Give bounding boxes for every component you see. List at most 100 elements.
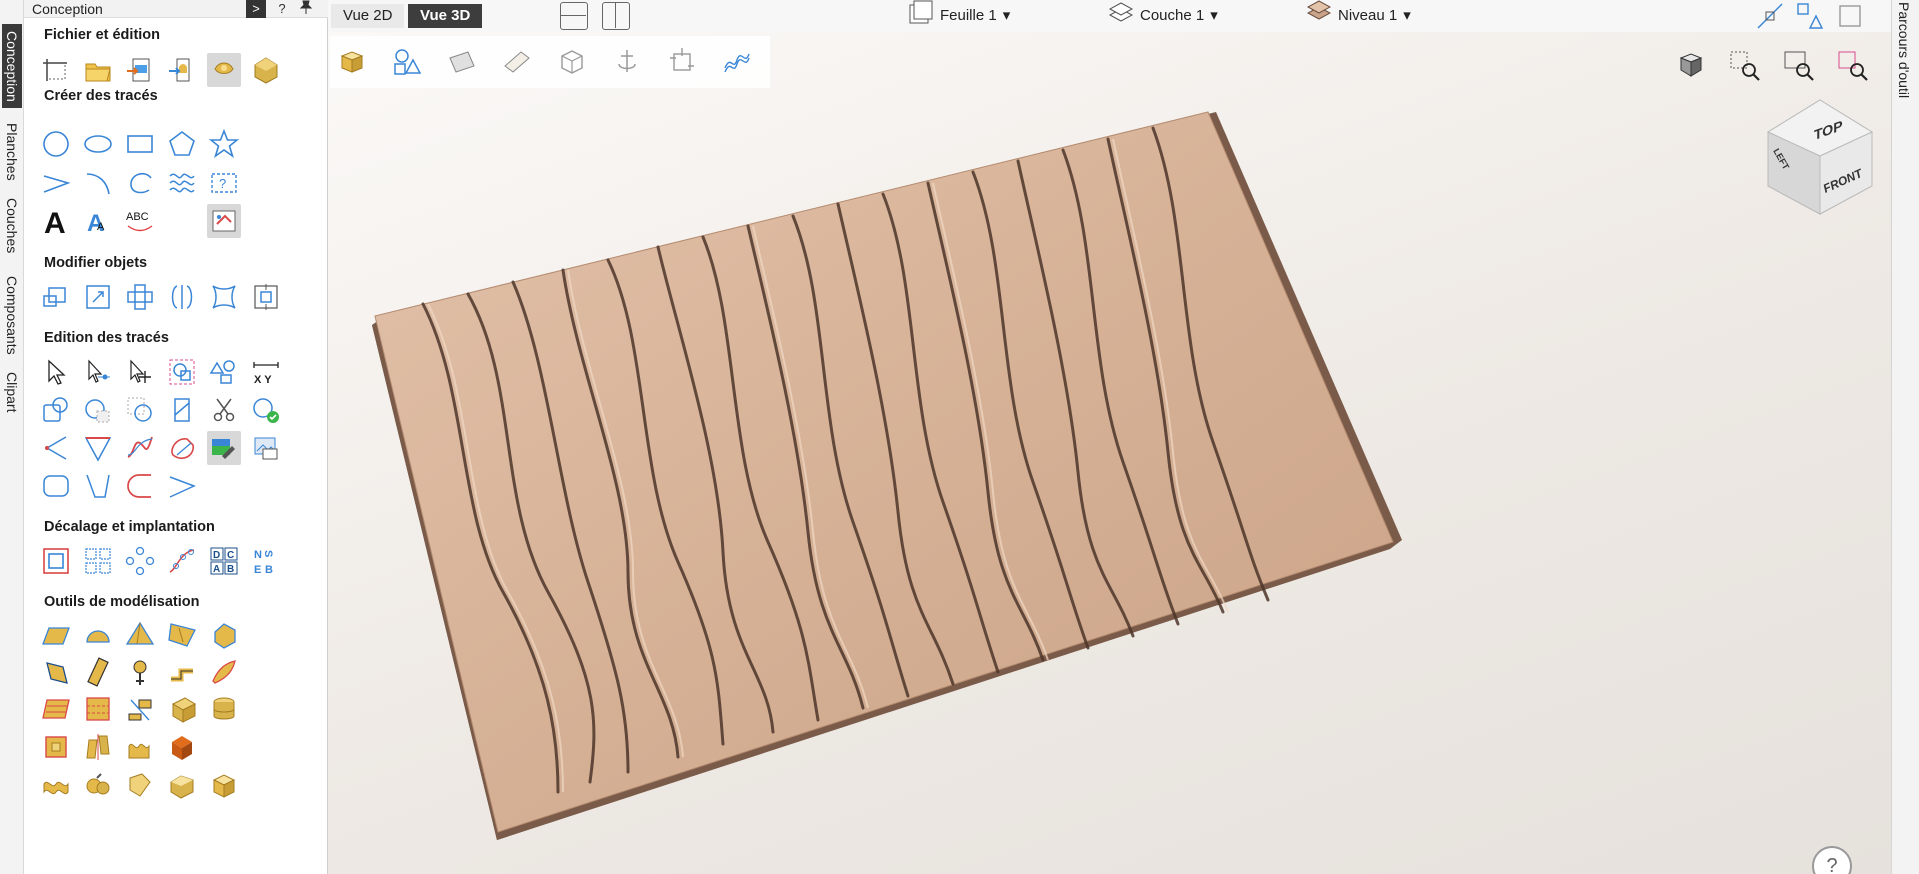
group-select-icon[interactable] xyxy=(165,355,199,389)
tab-couches[interactable]: Couches xyxy=(2,192,22,260)
text-icon[interactable]: A xyxy=(39,204,73,238)
arc-text-icon[interactable]: ABC xyxy=(123,204,157,238)
view-3d-tab[interactable]: Vue 3D xyxy=(408,4,483,28)
u-shape-icon[interactable] xyxy=(123,469,157,503)
close-vectors-icon[interactable] xyxy=(249,393,283,427)
texture-icon[interactable] xyxy=(39,692,73,726)
import-3d-icon[interactable] xyxy=(249,53,283,87)
nesting-dcab-icon[interactable]: DCAB xyxy=(207,544,241,578)
smooth-curve-icon[interactable] xyxy=(123,431,157,465)
intersect-icon[interactable] xyxy=(123,393,157,427)
distort-model-icon[interactable] xyxy=(39,730,73,764)
fillet-icon[interactable] xyxy=(39,431,73,465)
fruit-clipart-icon[interactable] xyxy=(81,768,115,802)
tab-conception[interactable]: Conception xyxy=(2,24,22,108)
job-setup-icon[interactable] xyxy=(39,53,73,87)
select-icon[interactable] xyxy=(39,355,73,389)
fade-icon[interactable] xyxy=(123,730,157,764)
circular-array-icon[interactable] xyxy=(123,544,157,578)
image-settings-icon[interactable] xyxy=(249,431,283,465)
extrude-icon[interactable] xyxy=(207,618,241,652)
tab-vector-icon[interactable] xyxy=(165,431,199,465)
shape-editor-icon[interactable] xyxy=(39,618,73,652)
extend-vector-icon[interactable] xyxy=(81,469,115,503)
tab-parcours-outil[interactable]: Parcours d'outil xyxy=(1896,2,1912,98)
star-icon[interactable] xyxy=(207,127,241,161)
curve-icon[interactable] xyxy=(123,166,157,200)
view-2d-tab[interactable]: Vue 2D xyxy=(331,4,405,28)
tab-clipart[interactable]: Clipart xyxy=(2,368,22,416)
ellipse-icon[interactable] xyxy=(81,127,115,161)
unknown-shape-icon[interactable]: ? xyxy=(207,166,241,200)
sculpt-icon[interactable] xyxy=(81,655,115,689)
rectangle-icon[interactable] xyxy=(123,127,157,161)
split-component-icon[interactable] xyxy=(123,692,157,726)
arc-icon[interactable] xyxy=(81,166,115,200)
weld-icon[interactable] xyxy=(39,393,73,427)
stack-icon[interactable] xyxy=(207,692,241,726)
import-component-icon[interactable] xyxy=(165,53,199,87)
import-vectors-icon[interactable] xyxy=(123,53,157,87)
level-dropdown[interactable]: Niveau 1 ▾ xyxy=(1306,0,1411,28)
weave-texture-icon[interactable] xyxy=(81,692,115,726)
smooth-component-icon[interactable] xyxy=(123,655,157,689)
expand-panel-button[interactable]: > xyxy=(246,0,266,18)
text-on-curve-icon[interactable]: AA xyxy=(81,204,115,238)
mirror-object-icon[interactable] xyxy=(165,280,199,314)
chamfer-icon[interactable] xyxy=(81,431,115,465)
single-view-layout-icon[interactable] xyxy=(560,2,588,30)
offset-icon[interactable] xyxy=(39,544,73,578)
carved-panel-model[interactable] xyxy=(328,32,1891,874)
tab-composants[interactable]: Composants xyxy=(2,266,22,364)
polygon-icon[interactable] xyxy=(165,127,199,161)
rotate-object-icon[interactable] xyxy=(123,280,157,314)
dome-icon[interactable] xyxy=(81,618,115,652)
node-edit-icon[interactable] xyxy=(81,355,115,389)
overlap-icon[interactable] xyxy=(165,393,199,427)
transform-select-icon[interactable] xyxy=(123,355,157,389)
grid-snap-icon[interactable] xyxy=(1836,2,1864,30)
layer-box-icon[interactable] xyxy=(165,730,199,764)
auto-nesting-icon[interactable]: NSEB xyxy=(249,544,283,578)
circle-icon[interactable] xyxy=(39,127,73,161)
shapes-select-icon[interactable] xyxy=(207,355,241,389)
photo-trace-icon[interactable] xyxy=(207,204,241,238)
create-component-icon[interactable] xyxy=(165,692,199,726)
tilt-component-icon[interactable] xyxy=(165,655,199,689)
angle-lines-icon[interactable] xyxy=(165,469,199,503)
copy-along-vector-icon[interactable] xyxy=(165,544,199,578)
snap-shapes-icon[interactable] xyxy=(1796,2,1824,30)
subtract-icon[interactable] xyxy=(81,393,115,427)
sweep-icon[interactable] xyxy=(39,655,73,689)
slice-model-icon[interactable] xyxy=(207,655,241,689)
polyline-icon[interactable] xyxy=(39,166,73,200)
snap-icon[interactable] xyxy=(1756,2,1784,30)
split-view-layout-icon[interactable] xyxy=(602,2,630,30)
sheet-dropdown[interactable]: Feuille 1 ▾ xyxy=(908,0,1010,28)
array-copy-icon[interactable] xyxy=(81,544,115,578)
wave-icon[interactable] xyxy=(165,166,199,200)
svg-text:X Y: X Y xyxy=(254,374,272,386)
trim-icon[interactable] xyxy=(207,393,241,427)
rounded-rect-icon[interactable] xyxy=(39,469,73,503)
measure-xy-icon[interactable]: X Y xyxy=(249,355,283,389)
cube-model-icon[interactable] xyxy=(207,768,241,802)
bake-component-icon[interactable] xyxy=(81,730,115,764)
pyramid-icon[interactable] xyxy=(123,618,157,652)
scale-object-icon[interactable] xyxy=(81,280,115,314)
pin-icon[interactable] xyxy=(296,0,316,18)
distort-object-icon[interactable] xyxy=(207,280,241,314)
open-file-icon[interactable] xyxy=(81,53,115,87)
bitmap-trace-icon[interactable] xyxy=(207,431,241,465)
tab-planches[interactable]: Planches xyxy=(2,116,22,188)
3d-viewport[interactable]: TOP LEFT FRONT xyxy=(328,32,1891,874)
import-model-icon[interactable] xyxy=(207,53,241,87)
help-panel-button[interactable]: ? xyxy=(272,0,292,18)
wave-model-icon[interactable] xyxy=(39,768,73,802)
bevel-box-icon[interactable] xyxy=(165,768,199,802)
two-rail-icon[interactable] xyxy=(165,618,199,652)
move-object-icon[interactable] xyxy=(39,280,73,314)
align-object-icon[interactable] xyxy=(249,280,283,314)
layer-dropdown[interactable]: Couche 1 ▾ xyxy=(1108,2,1218,28)
pillow-icon[interactable] xyxy=(123,768,157,802)
